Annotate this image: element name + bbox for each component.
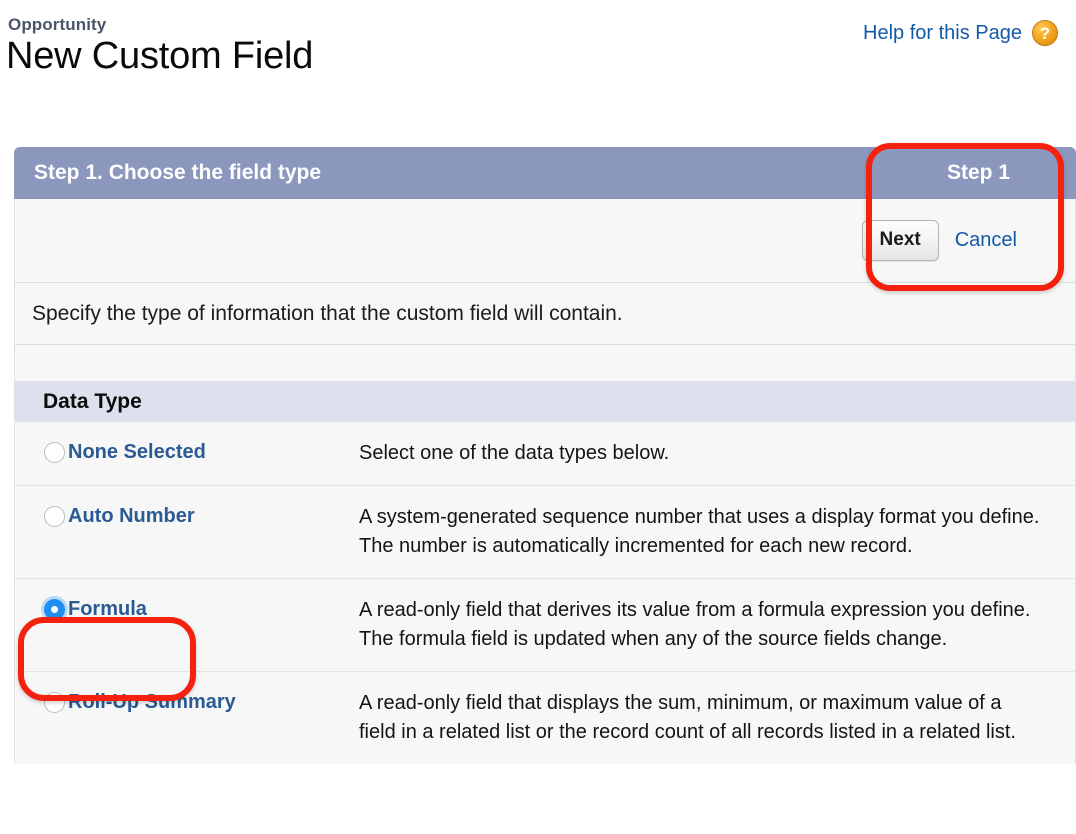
instruction-text: Specify the type of information that the…: [32, 301, 623, 325]
data-type-label[interactable]: Formula: [68, 596, 147, 622]
step-badge: Step 1: [946, 161, 1010, 184]
radio-button-auto-number[interactable]: [44, 506, 65, 527]
data-type-description: A system-generated sequence number that …: [359, 506, 1040, 557]
data-type-label[interactable]: Roll-Up Summary: [68, 689, 236, 715]
data-type-option-formula[interactable]: Formula: [15, 596, 359, 622]
panel-title: Step 1. Choose the field type: [34, 161, 322, 184]
radio-button-none-selected[interactable]: [44, 442, 65, 463]
breadcrumb: Opportunity: [8, 15, 107, 34]
data-type-description: A read-only field that derives its value…: [359, 599, 1031, 650]
data-type-section-title: Data Type: [43, 389, 142, 413]
help-link-group: Help for this Page ?: [863, 20, 1058, 46]
data-type-description: Select one of the data types below.: [359, 442, 670, 464]
table-row[interactable]: None Selected Select one of the data typ…: [14, 422, 1076, 486]
data-type-section-header: Data Type: [14, 381, 1076, 422]
table-row[interactable]: Roll-Up Summary A read-only field that d…: [14, 672, 1076, 764]
panel-spacer: [14, 345, 1076, 381]
table-row[interactable]: Formula A read-only field that derives i…: [14, 579, 1076, 672]
panel-button-row: Next Cancel: [14, 199, 1076, 283]
cancel-link[interactable]: Cancel: [955, 229, 1017, 252]
radio-button-formula[interactable]: [44, 599, 65, 620]
data-type-option-roll-up-summary[interactable]: Roll-Up Summary: [15, 689, 359, 715]
data-type-option-none-selected[interactable]: None Selected: [15, 439, 359, 465]
question-mark-icon[interactable]: ?: [1032, 20, 1058, 46]
next-button[interactable]: Next: [861, 220, 939, 261]
radio-button-roll-up-summary[interactable]: [44, 692, 65, 713]
page-title: New Custom Field: [6, 35, 314, 77]
data-type-label[interactable]: Auto Number: [68, 503, 195, 529]
data-type-option-auto-number[interactable]: Auto Number: [15, 503, 359, 529]
instruction-row: Specify the type of information that the…: [14, 283, 1076, 345]
data-type-description: A read-only field that displays the sum,…: [359, 692, 1016, 743]
new-custom-field-panel: Step 1. Choose the field type Step 1 Nex…: [14, 147, 1076, 764]
table-row[interactable]: Auto Number A system-generated sequence …: [14, 486, 1076, 579]
data-type-label[interactable]: None Selected: [68, 439, 206, 465]
help-for-this-page-link[interactable]: Help for this Page: [863, 22, 1022, 45]
panel-title-bar: Step 1. Choose the field type Step 1: [14, 147, 1076, 199]
page-header: Opportunity New Custom Field Help for th…: [0, 0, 1076, 125]
